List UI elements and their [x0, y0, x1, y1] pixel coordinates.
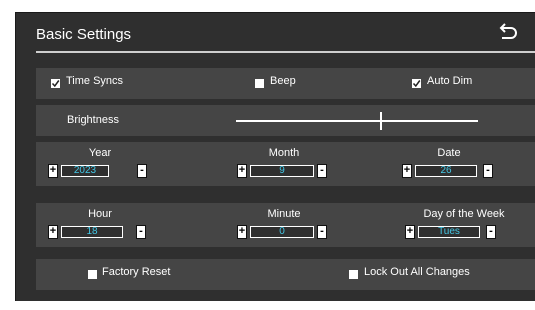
year-minus-button[interactable]: - — [137, 164, 147, 178]
date-minus-button[interactable]: - — [483, 164, 493, 178]
month-minus-button[interactable]: - — [317, 164, 327, 178]
day-of-week-minus-button[interactable]: - — [486, 225, 496, 239]
hour-value[interactable]: 18 — [61, 226, 123, 238]
lock-out-label: Lock Out All Changes — [364, 266, 470, 278]
brightness-label: Brightness — [67, 114, 119, 126]
time-row: Hour + 18 - Minute + 0 - Day of the Week… — [36, 203, 535, 247]
date-label: Date — [437, 147, 461, 159]
brightness-slider[interactable] — [236, 120, 478, 122]
bottom-actions-row: Factory Reset Lock Out All Changes — [36, 259, 535, 290]
page-title: Basic Settings — [36, 26, 132, 43]
year-label: Year — [88, 147, 112, 159]
month-label: Month — [268, 147, 300, 159]
time-syncs-checkbox[interactable] — [51, 79, 60, 88]
date-plus-button[interactable]: + — [402, 164, 412, 178]
settings-screen: Basic Settings Time Syncs Beep Auto Dim … — [15, 12, 535, 301]
month-plus-button[interactable]: + — [237, 164, 247, 178]
date-row: Year + 2023 - Month + 9 - Date + 26 - — [36, 142, 535, 186]
factory-reset-label: Factory Reset — [102, 266, 171, 278]
hour-label: Hour — [88, 208, 112, 220]
header-divider — [36, 51, 535, 53]
minute-label: Minute — [267, 208, 301, 220]
day-of-week-plus-button[interactable]: + — [405, 225, 415, 239]
hour-minus-button[interactable]: - — [136, 225, 146, 239]
auto-dim-label: Auto Dim — [427, 75, 473, 87]
auto-dim-checkbox[interactable] — [412, 79, 421, 88]
lock-out-checkbox[interactable] — [349, 270, 358, 279]
toggles-row: Time Syncs Beep Auto Dim — [36, 68, 535, 99]
time-syncs-label: Time Syncs — [66, 75, 124, 87]
month-value[interactable]: 9 — [250, 165, 314, 177]
beep-checkbox[interactable] — [255, 79, 264, 88]
brightness-slider-thumb[interactable] — [380, 112, 383, 130]
factory-reset-checkbox[interactable] — [88, 270, 97, 279]
date-value[interactable]: 26 — [415, 165, 477, 177]
year-value[interactable]: 2023 — [61, 165, 109, 177]
minute-minus-button[interactable]: - — [317, 225, 327, 239]
minute-plus-button[interactable]: + — [237, 225, 247, 239]
year-plus-button[interactable]: + — [48, 164, 58, 178]
back-arrow-icon[interactable] — [493, 19, 521, 47]
brightness-row: Brightness — [36, 105, 535, 136]
hour-plus-button[interactable]: + — [48, 225, 58, 239]
beep-label: Beep — [270, 75, 296, 87]
day-of-week-value[interactable]: Tues — [418, 226, 480, 238]
day-of-week-label: Day of the Week — [423, 208, 505, 220]
minute-value[interactable]: 0 — [250, 226, 314, 238]
